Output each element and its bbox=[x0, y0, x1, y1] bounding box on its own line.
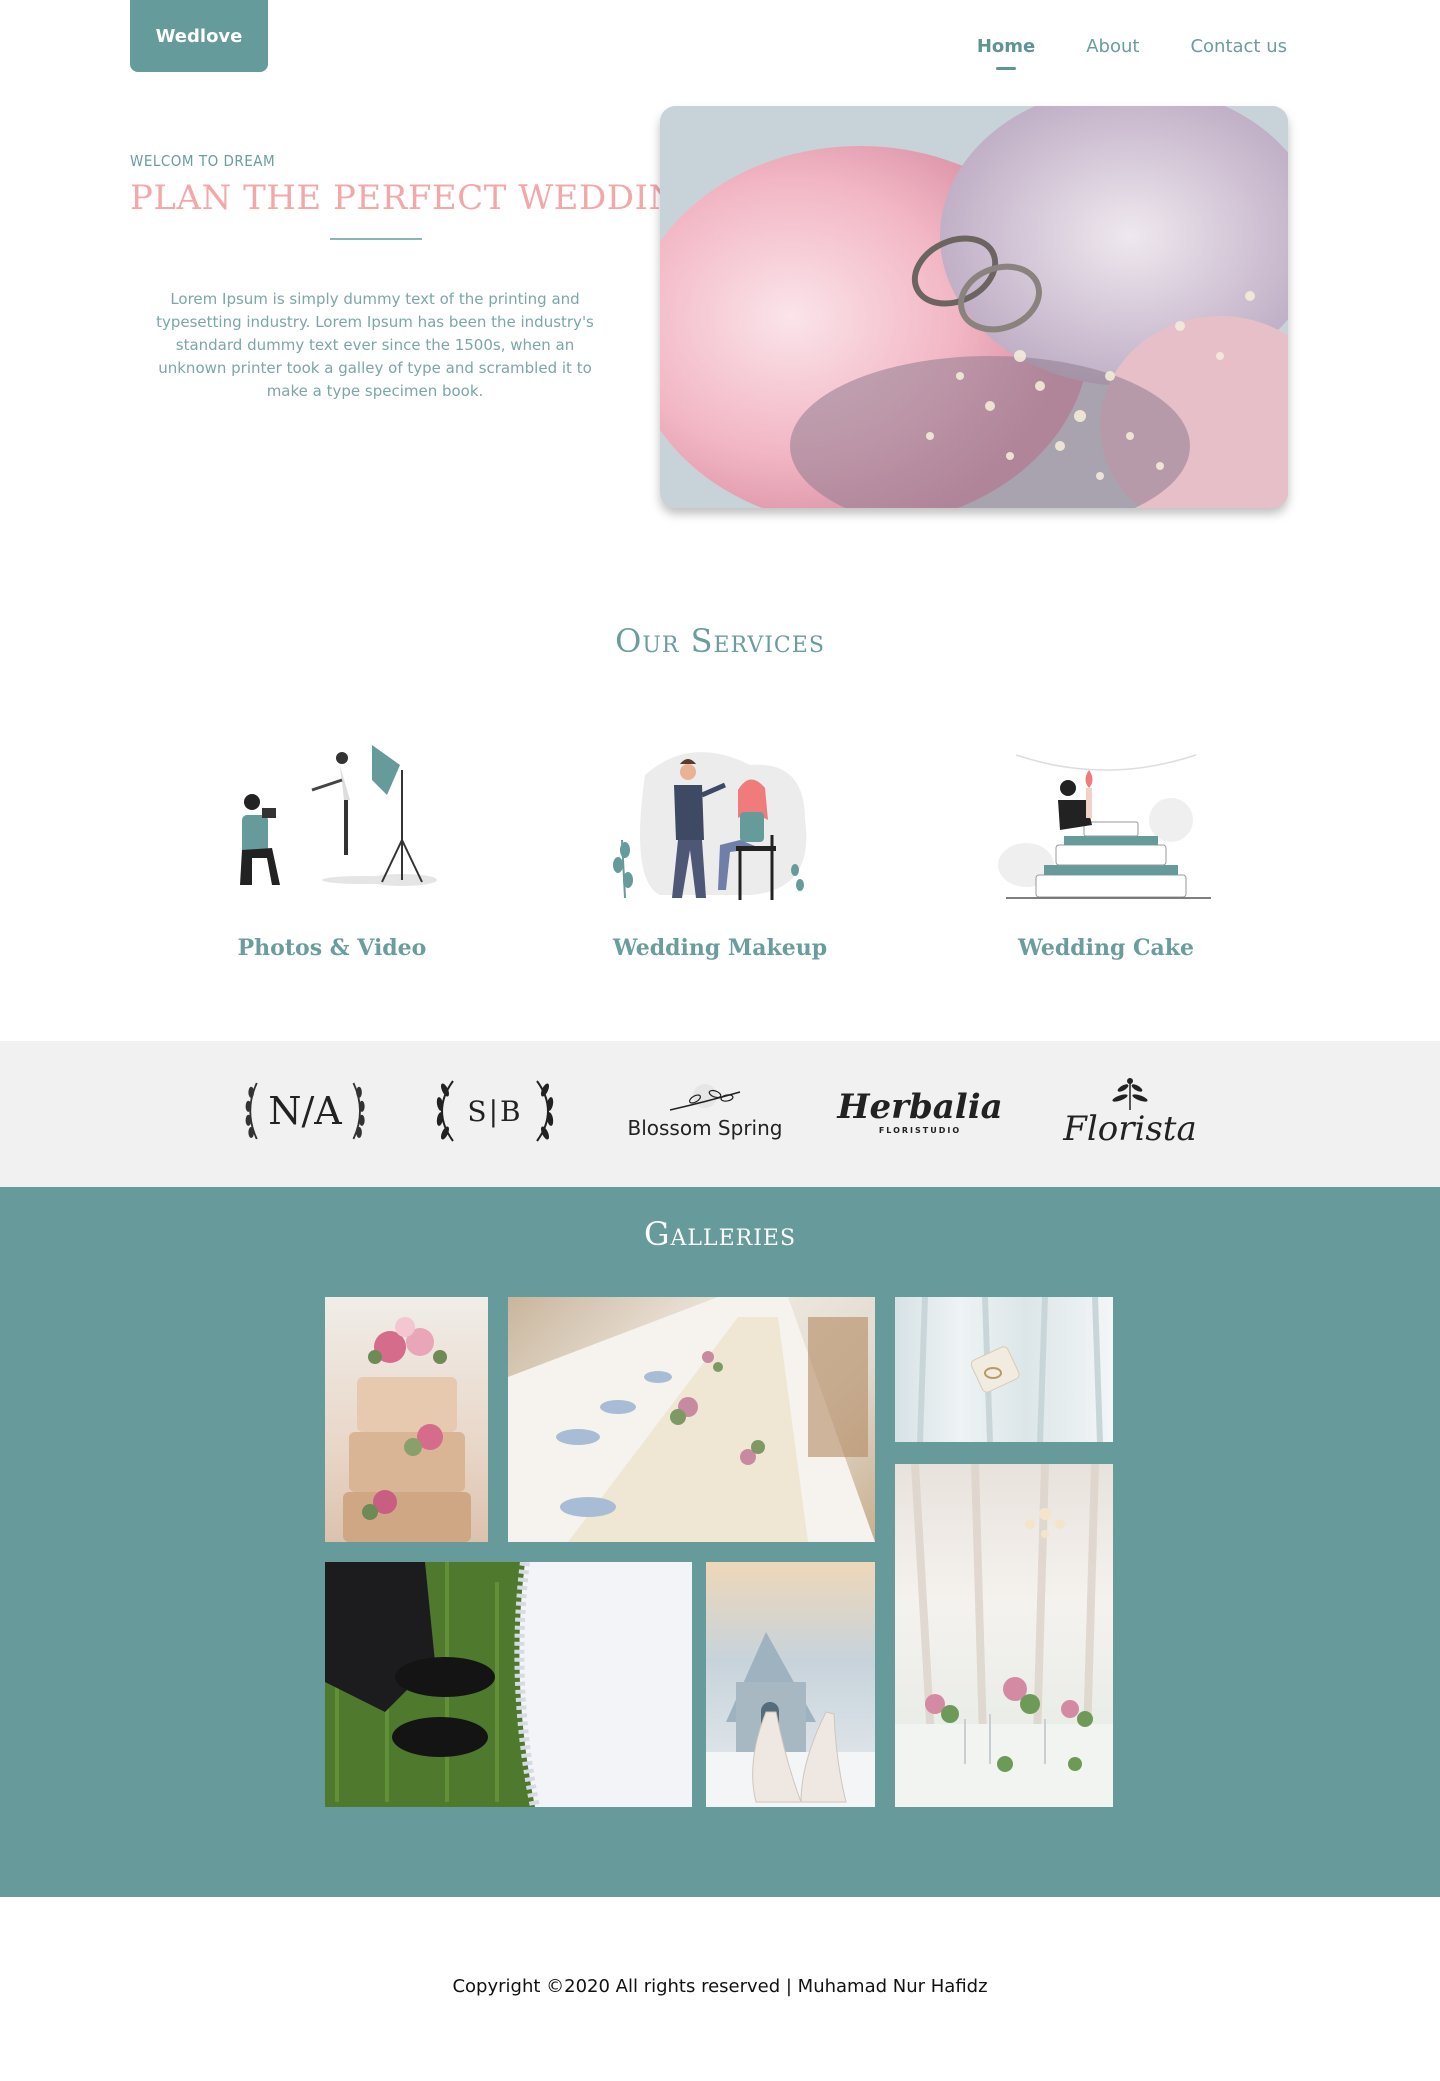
brand-blossom-text: Blossom Spring bbox=[627, 1116, 783, 1140]
gallery-image-table-chandelier[interactable] bbox=[895, 1464, 1113, 1807]
service-label: Wedding Cake bbox=[1017, 935, 1195, 961]
gallery-image-naked-cake[interactable] bbox=[325, 1297, 488, 1542]
service-wedding-makeup[interactable]: Wedding Makeup bbox=[600, 740, 840, 961]
wreath-right-icon bbox=[535, 1080, 553, 1142]
hero-divider bbox=[330, 238, 422, 240]
galleries-section: Galleries bbox=[0, 1187, 1440, 1897]
photographer-illustration-icon bbox=[240, 745, 437, 886]
brand-sb-logo: S|B bbox=[430, 1071, 560, 1151]
nav-about[interactable]: About bbox=[1086, 36, 1139, 57]
service-label: Photos & Video bbox=[237, 935, 427, 961]
service-wedding-cake[interactable]: Wedding Cake bbox=[986, 740, 1226, 961]
cake-illustration-icon bbox=[998, 754, 1211, 899]
gallery-image-ring-box[interactable] bbox=[895, 1297, 1113, 1442]
brand-herbalia-text: Herbalia bbox=[837, 1086, 1003, 1127]
hero-image-rings-bouquet bbox=[660, 106, 1288, 508]
wreath-left-icon bbox=[437, 1080, 455, 1142]
nav-contact[interactable]: Contact us bbox=[1190, 36, 1287, 57]
brand-sb-text: S|B bbox=[467, 1094, 523, 1128]
service-photos-video[interactable]: Photos & Video bbox=[212, 740, 452, 961]
footer-copyright: Copyright ©2020 All rights reserved | Mu… bbox=[452, 1976, 988, 1997]
laurel-left-icon bbox=[245, 1082, 258, 1140]
galleries-title: Galleries bbox=[643, 1215, 797, 1253]
makeup-artist-illustration-icon bbox=[613, 752, 807, 900]
brand-florista-logo: Florista bbox=[1060, 1071, 1200, 1151]
floral-sprig-icon bbox=[1112, 1078, 1148, 1110]
brand-na-text: N/A bbox=[268, 1089, 342, 1133]
hero-description: Lorem Ipsum is simply dummy text of the … bbox=[156, 290, 594, 400]
brand-herbalia-logo: Herbalia FLORISTUDIO bbox=[837, 1071, 1002, 1151]
brand-logos-strip: N/A S|B Blossom Spring Herbalia FLORISTU… bbox=[0, 1041, 1440, 1187]
service-label: Wedding Makeup bbox=[612, 935, 828, 961]
blossom-branch-icon bbox=[669, 1084, 741, 1111]
logo[interactable]: Wedlove bbox=[130, 0, 268, 72]
main-nav: Home About Contact us bbox=[977, 36, 1287, 57]
hero-title: PLAN THE PERFECT WEDDING bbox=[130, 178, 707, 218]
laurel-right-icon bbox=[352, 1082, 365, 1140]
gallery-image-groom-shoes-dress[interactable] bbox=[325, 1562, 692, 1807]
gallery-image-reception-table[interactable] bbox=[508, 1297, 875, 1542]
brand-herbalia-subtext: FLORISTUDIO bbox=[878, 1125, 962, 1135]
services-title: Our Services bbox=[615, 622, 825, 660]
brand-blossom-spring-logo: Blossom Spring bbox=[620, 1071, 790, 1151]
gallery-image-bridal-heels[interactable] bbox=[706, 1562, 875, 1807]
nav-home[interactable]: Home bbox=[977, 36, 1035, 57]
brand-florista-text: Florista bbox=[1063, 1109, 1197, 1149]
hero-subtitle: WELCOM TO DREAM bbox=[130, 152, 276, 170]
brand-na-logo: N/A bbox=[240, 1071, 370, 1151]
